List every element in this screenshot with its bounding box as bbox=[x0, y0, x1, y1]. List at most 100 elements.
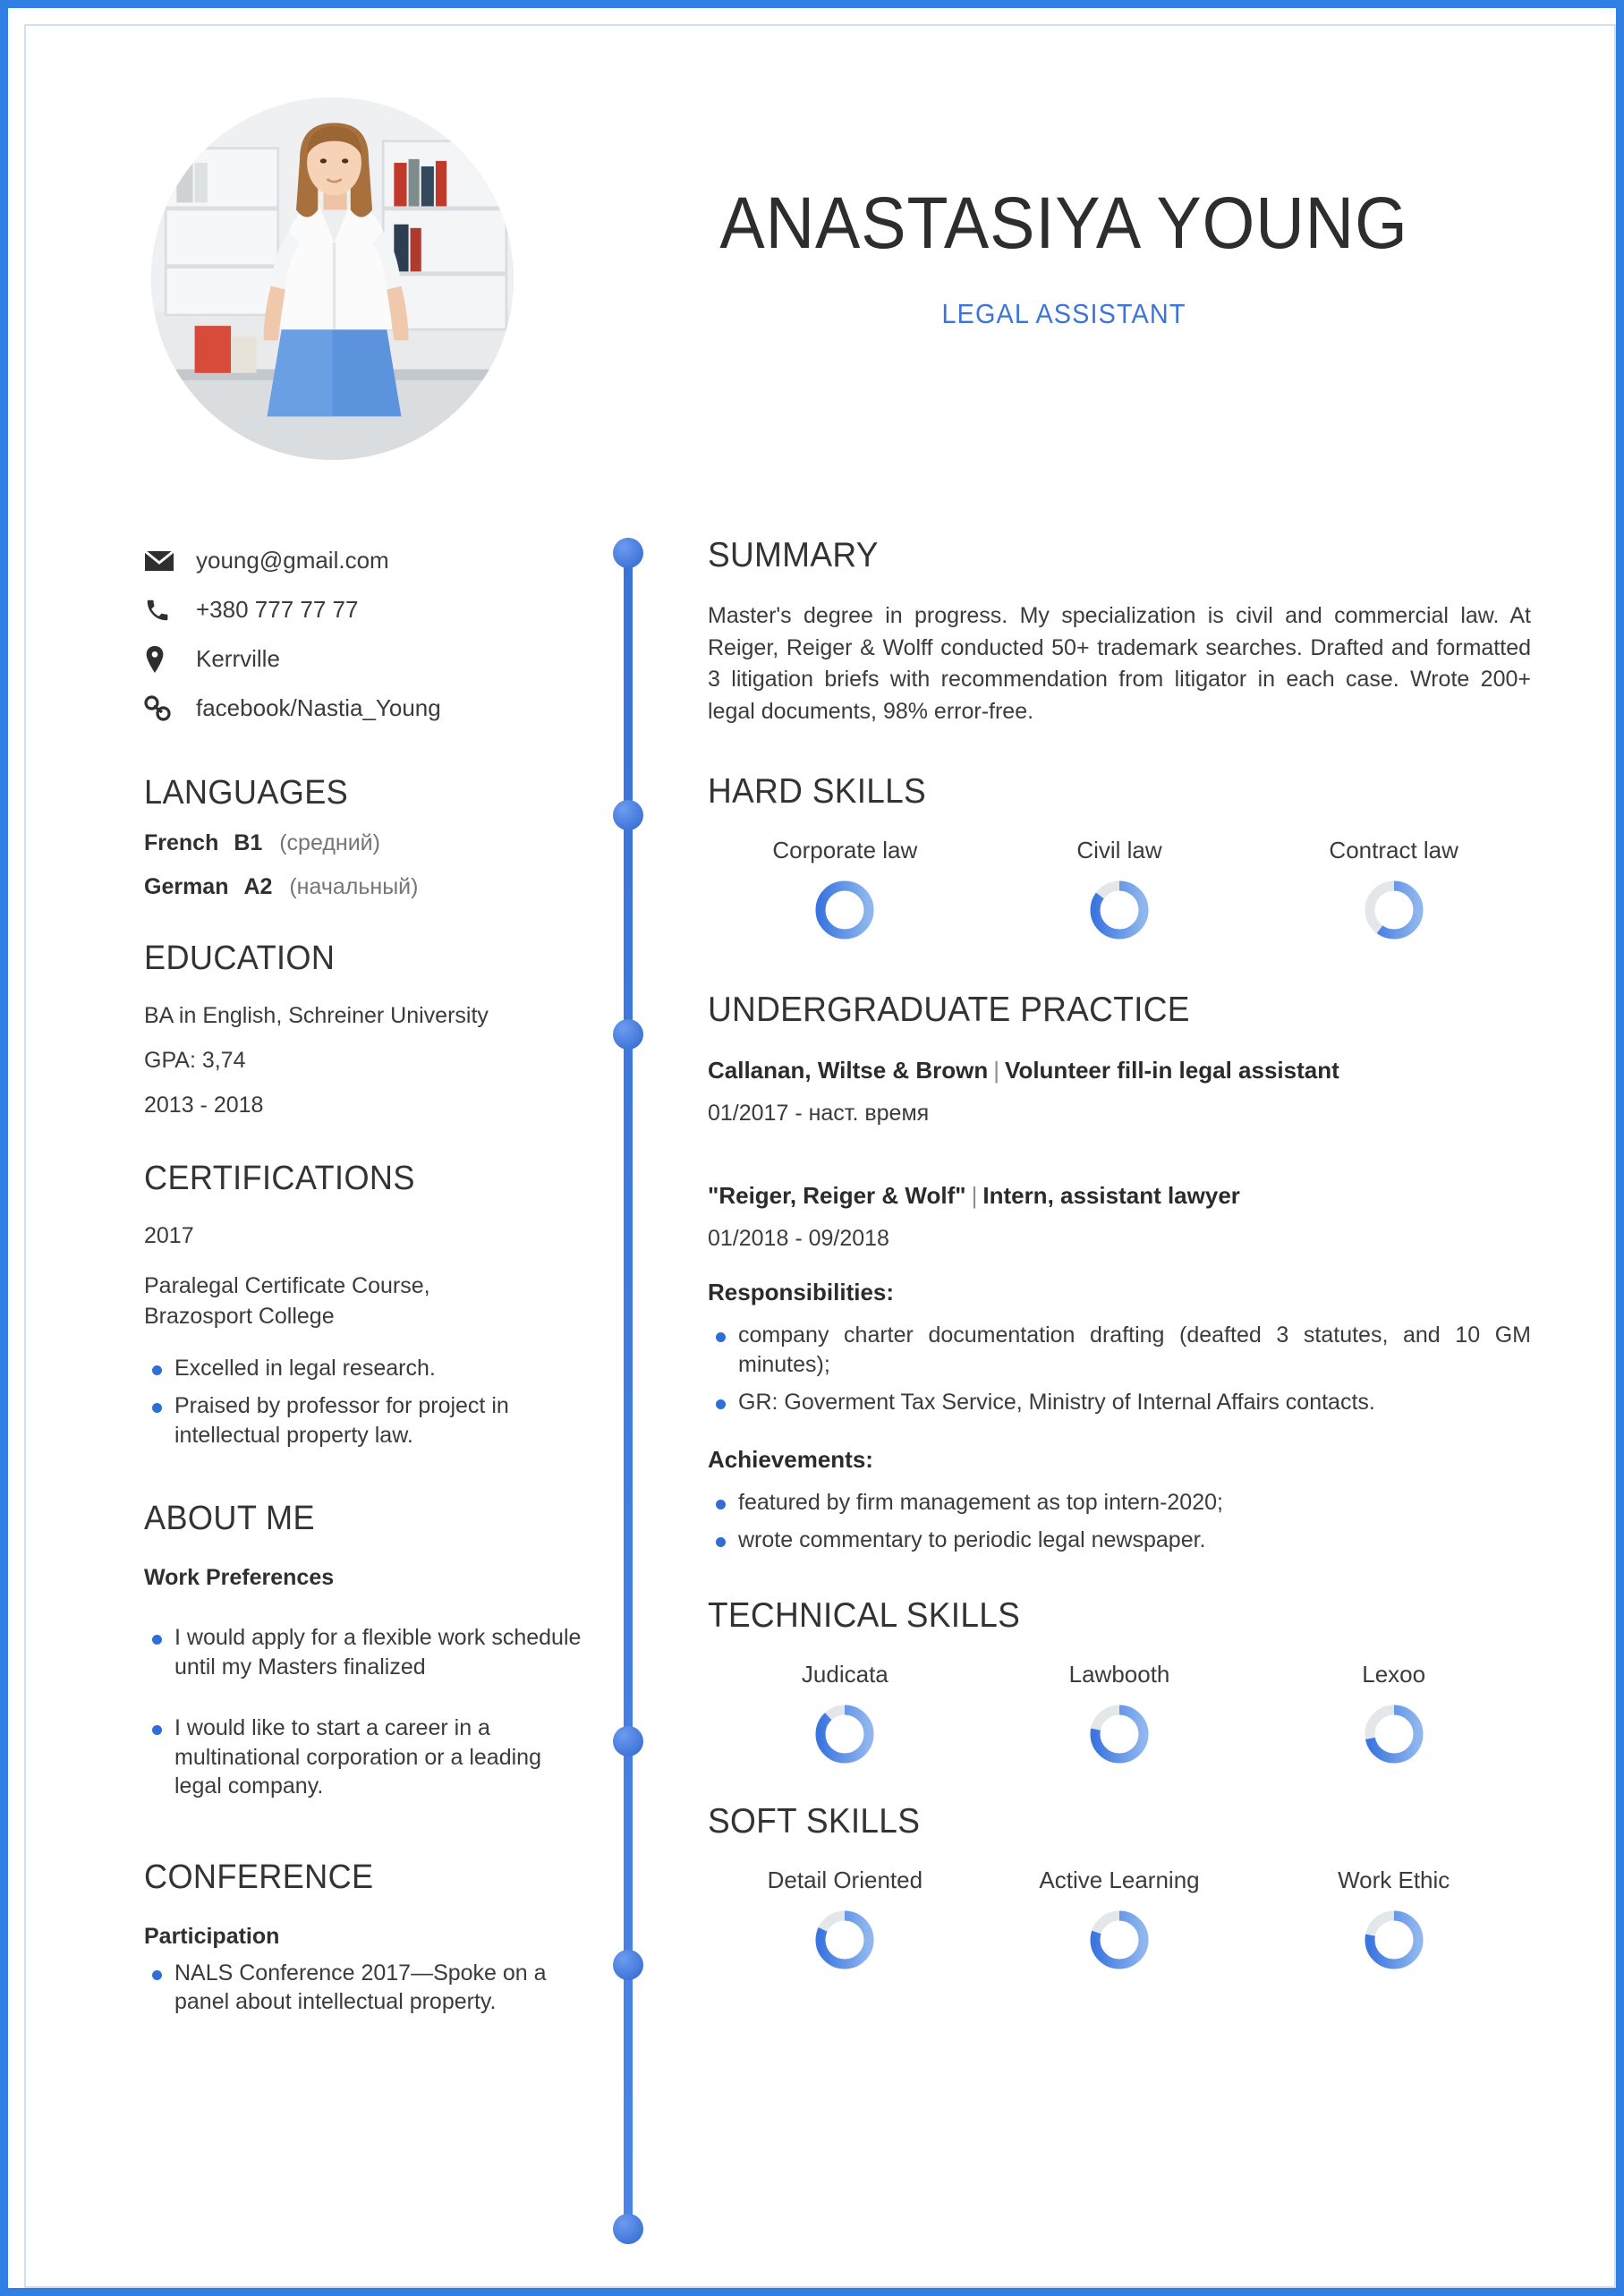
divider: | bbox=[971, 1182, 978, 1209]
job-entry: Callanan, Wiltse & Brown | Volunteer fill-… bbox=[708, 1057, 1531, 1127]
education-years: 2013 - 2018 bbox=[144, 1092, 264, 1118]
avatar bbox=[151, 98, 514, 460]
language-name: French bbox=[144, 830, 219, 855]
language-level: (начальный) bbox=[289, 874, 419, 899]
skill-donut bbox=[815, 880, 874, 940]
skill-donut bbox=[815, 1705, 874, 1763]
soft-skills-chart: Detail Oriented Active Learning Work Eth… bbox=[708, 1867, 1531, 1977]
skill-label: Lawbooth bbox=[1068, 1660, 1170, 1688]
certification-course: Paralegal Certificate Course, bbox=[144, 1273, 430, 1298]
resume-sheet: ANASTASIYA YOUNG LEGAL ASSISTANT young@g… bbox=[24, 24, 1616, 2288]
list-item: I would like to start a career in a mult… bbox=[144, 1713, 591, 1801]
skill-donut bbox=[1090, 1910, 1149, 1969]
skill-item: Judicata bbox=[708, 1661, 982, 1772]
language-code: A2 bbox=[243, 874, 273, 899]
skill-label: Contract law bbox=[1329, 837, 1458, 863]
skill-item: Civil law bbox=[982, 837, 1257, 948]
skill-label: Work Ethic bbox=[1338, 1866, 1450, 1893]
section-heading-about-me: ABOUT ME bbox=[144, 1500, 315, 1537]
job-company: "Reiger, Reiger & Wolf" bbox=[708, 1182, 966, 1209]
divider: | bbox=[993, 1057, 1000, 1084]
list-item: I would apply for a flexible work schedu… bbox=[144, 1623, 591, 1681]
timeline-dot bbox=[613, 800, 643, 830]
resume-header: ANASTASIYA YOUNG LEGAL ASSISTANT bbox=[26, 26, 1614, 460]
list-item: GR: Goverment Tax Service, Ministry of I… bbox=[708, 1388, 1531, 1417]
certification-college: Brazosport College bbox=[144, 1303, 335, 1329]
practice-section: UNDERGRADUATE PRACTICE Callanan, Wiltse … bbox=[708, 991, 1531, 1555]
education-section: EDUCATION BA in English, Schreiner Unive… bbox=[144, 940, 591, 1120]
contact-item-email[interactable]: young@gmail.com bbox=[144, 536, 591, 585]
education-degree: BA in English, Schreiner University bbox=[144, 1003, 489, 1028]
summary-text: Master's degree in progress. My speciali… bbox=[708, 603, 1531, 724]
skill-item: Corporate law bbox=[708, 837, 982, 948]
achievements-list: featured by firm management as top inter… bbox=[708, 1488, 1531, 1555]
list-item: featured by firm management as top inter… bbox=[708, 1488, 1531, 1518]
profile-photo bbox=[151, 98, 514, 460]
skill-label: Corporate law bbox=[772, 837, 918, 863]
responsibilities-list: company charter documentation drafting (… bbox=[708, 1321, 1531, 1417]
location-pin-icon bbox=[144, 645, 196, 673]
section-heading-certifications: CERTIFICATIONS bbox=[144, 1160, 415, 1198]
conference-bullets: NALS Conference 2017—Spoke on a panel ab… bbox=[144, 1959, 591, 2017]
timeline-dot bbox=[613, 2214, 643, 2244]
language-name: German bbox=[144, 874, 229, 899]
job-title: LEGAL ASSISTANT bbox=[941, 298, 1186, 329]
contact-value: +380 777 77 77 bbox=[196, 596, 359, 623]
resume-page-frame: ANASTASIYA YOUNG LEGAL ASSISTANT young@g… bbox=[0, 0, 1624, 2296]
hard-skills-chart: Corporate law Civil law Contract law bbox=[708, 837, 1531, 948]
page-title: ANASTASIYA YOUNG bbox=[719, 183, 1408, 264]
section-heading-conference: CONFERENCE bbox=[144, 1858, 374, 1896]
right-column: SUMMARY Master's degree in progress. My … bbox=[708, 536, 1531, 1977]
certification-year: 2017 bbox=[144, 1223, 194, 1249]
phone-icon bbox=[144, 597, 196, 624]
language-level: (средний) bbox=[279, 830, 380, 855]
education-gpa: GPA: 3,74 bbox=[144, 1047, 246, 1073]
job-header: "Reiger, Reiger & Wolf" | Intern, assistan… bbox=[708, 1182, 1531, 1210]
skill-label: Lexoo bbox=[1362, 1660, 1426, 1688]
name-block: ANASTASIYA YOUNG LEGAL ASSISTANT bbox=[563, 187, 1565, 330]
job-company: Callanan, Wiltse & Brown bbox=[708, 1057, 989, 1084]
job-dates: 01/2018 - 09/2018 bbox=[708, 1226, 889, 1251]
section-heading-education: EDUCATION bbox=[144, 940, 336, 977]
timeline-dot bbox=[613, 1950, 643, 1980]
job-role: Intern, assistant lawyer bbox=[982, 1182, 1240, 1209]
timeline-dot bbox=[613, 1726, 643, 1756]
job-entry: "Reiger, Reiger & Wolf" | Intern, assistan… bbox=[708, 1182, 1531, 1555]
skill-donut bbox=[1090, 1705, 1149, 1763]
languages-section: LANGUAGES French B1 (средний) German A2 … bbox=[144, 774, 591, 900]
list-item: wrote commentary to periodic legal newsp… bbox=[708, 1526, 1531, 1555]
about-me-subheading: Work Preferences bbox=[144, 1565, 335, 1590]
section-heading-summary: SUMMARY bbox=[708, 536, 879, 574]
contact-item-social[interactable]: facebook/Nastia_Young bbox=[144, 684, 591, 733]
list-item: company charter documentation drafting (… bbox=[708, 1321, 1531, 1379]
skill-item: Lawbooth bbox=[982, 1661, 1257, 1772]
envelope-icon bbox=[144, 549, 196, 573]
link-icon bbox=[144, 694, 196, 722]
about-me-bullets: I would apply for a flexible work schedu… bbox=[144, 1623, 591, 1801]
skill-item: Work Ethic bbox=[1256, 1867, 1531, 1977]
achievements-label: Achievements: bbox=[708, 1445, 873, 1473]
language-code: B1 bbox=[234, 830, 263, 855]
responsibilities-label: Responsibilities: bbox=[708, 1279, 895, 1305]
contact-item-phone[interactable]: +380 777 77 77 bbox=[144, 585, 591, 634]
skill-label: Detail Oriented bbox=[767, 1866, 923, 1893]
language-item: German A2 (начальный) bbox=[144, 874, 591, 900]
skill-donut bbox=[1365, 1910, 1424, 1969]
certification-bullets: Excelled in legal research. Praised by p… bbox=[144, 1354, 591, 1450]
contact-value: Kerrville bbox=[196, 645, 280, 672]
skill-item: Contract law bbox=[1256, 837, 1531, 948]
section-heading-soft-skills: SOFT SKILLS bbox=[708, 1801, 921, 1841]
skill-donut bbox=[1090, 880, 1149, 940]
contact-list: young@gmail.com +380 777 77 77 Kerrville… bbox=[144, 536, 591, 733]
skill-item: Detail Oriented bbox=[708, 1867, 982, 1977]
timeline-dot bbox=[613, 1019, 643, 1050]
skill-label: Active Learning bbox=[1039, 1866, 1200, 1893]
conference-subheading: Participation bbox=[144, 1923, 280, 1949]
skill-label: Civil law bbox=[1076, 837, 1162, 863]
contact-item-location[interactable]: Kerrville bbox=[144, 634, 591, 684]
section-heading-practice: UNDERGRADUATE PRACTICE bbox=[708, 991, 1190, 1029]
conference-section: CONFERENCE Participation NALS Conference… bbox=[144, 1858, 591, 2017]
job-dates: 01/2017 - наст. время bbox=[708, 1101, 930, 1126]
contact-value: young@gmail.com bbox=[196, 547, 389, 574]
list-item: NALS Conference 2017—Spoke on a panel ab… bbox=[144, 1959, 591, 2017]
